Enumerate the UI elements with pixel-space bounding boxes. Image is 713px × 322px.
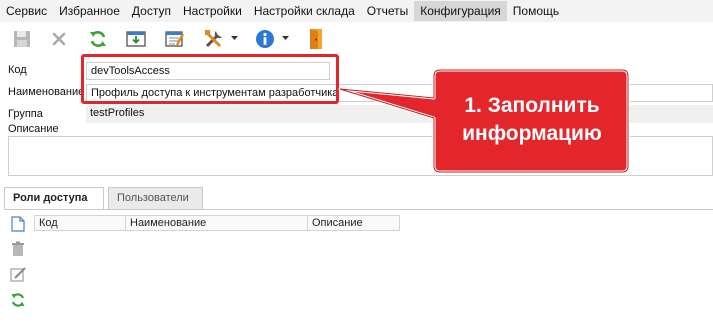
info-dropdown-arrow-icon[interactable] <box>280 31 290 45</box>
highlight-box <box>81 54 339 104</box>
column-header-name[interactable]: Наименование <box>126 215 308 231</box>
refresh-grid-icon[interactable] <box>9 291 27 309</box>
description-label: Описание <box>8 123 59 135</box>
info-icon[interactable] <box>253 27 277 51</box>
menu-reports[interactable]: Отчеты <box>361 1 414 21</box>
edit-icon[interactable] <box>9 265 27 283</box>
name-label: Наименование <box>8 86 85 98</box>
refresh-icon[interactable] <box>86 27 110 51</box>
tools-dropdown-arrow-icon[interactable] <box>229 31 239 45</box>
edit-table-icon[interactable] <box>163 27 187 51</box>
column-header-code[interactable]: Код <box>34 215 126 231</box>
menu-access[interactable]: Доступ <box>126 1 177 21</box>
import-icon[interactable] <box>124 27 148 51</box>
tab-users[interactable]: Пользователи <box>108 187 203 209</box>
menu-warehouse-settings[interactable]: Настройки склада <box>248 1 361 21</box>
trash-icon[interactable] <box>9 240 27 258</box>
save-icon[interactable] <box>10 27 34 51</box>
callout-line-1: 1. Заполнить <box>464 94 600 117</box>
tools-icon[interactable] <box>202 27 226 51</box>
tab-divider <box>4 209 713 210</box>
menu-settings[interactable]: Настройки <box>177 1 248 21</box>
menu-favorites[interactable]: Избранное <box>53 1 126 21</box>
callout-line-2: информацию <box>462 122 602 145</box>
tab-access-roles[interactable]: Роли доступа <box>4 187 104 209</box>
code-label: Код <box>8 64 27 76</box>
menu-configuration[interactable]: Конфигурация <box>414 1 507 21</box>
menu-bar: Сервис Избранное Доступ Настройки Настро… <box>0 0 713 22</box>
delete-icon[interactable] <box>47 27 71 51</box>
new-document-icon[interactable] <box>9 215 27 233</box>
exit-icon[interactable] <box>304 27 328 51</box>
menu-service[interactable]: Сервис <box>0 1 53 21</box>
toolbar <box>0 22 713 56</box>
menu-help[interactable]: Помощь <box>507 1 565 21</box>
grid-header: Код Наименование Описание <box>34 215 400 231</box>
column-header-description[interactable]: Описание <box>308 215 400 231</box>
callout-text: 1. Заполнить информацию <box>433 92 631 148</box>
group-label: Группа <box>8 108 43 120</box>
